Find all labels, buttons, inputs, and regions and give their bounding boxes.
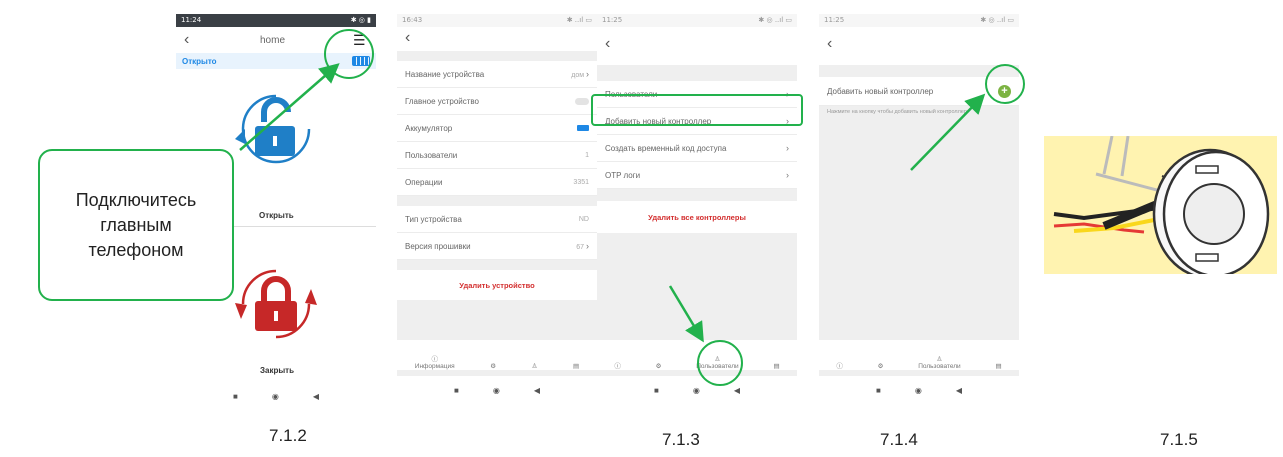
gear-icon: ⚙ [490,363,497,370]
back-icon[interactable]: ‹ [827,35,832,53]
tab-users[interactable]: ♙ Пользователи [918,355,960,370]
system-navbar: ■ ◉ ◀ [819,376,1019,404]
callout-line-2: главным [100,214,172,235]
header: ‹ [397,27,597,51]
caption-7-1-5: 7.1.5 [1160,430,1198,449]
lock-button-icon[interactable] [231,259,321,349]
clipboard-icon: ▤ [995,363,1002,370]
highlight-circle-users-tab [697,340,743,386]
settings-row-main-device[interactable]: Главное устройство [397,88,597,115]
close-button[interactable]: Закрыть [260,366,294,375]
tab-info[interactable]: ⓘ [836,360,843,370]
info-icon: ⓘ [836,363,843,370]
settings-row-firmware[interactable]: Версия прошивки 67 › [397,233,597,260]
nav-back-icon[interactable]: ◀ [956,386,962,395]
settings-row-name[interactable]: Название устройства дом › [397,61,597,88]
tab-settings[interactable]: ⚙ [656,362,662,370]
system-navbar: ■ ◉ ◀ [597,376,797,404]
settings-row-users: Пользователи 1 [397,142,597,169]
nav-recent-icon[interactable]: ■ [876,386,881,395]
controller-photo [1044,136,1277,274]
highlight-box-add-controller [591,94,803,126]
status-bar: 11:25 ✱ ◎ ..ıl ▭ [597,14,797,27]
tab-logs[interactable]: ▤ [773,362,779,370]
header: ‹ [597,27,797,65]
info-icon: ⓘ [431,356,438,363]
lock-status: Открыто [182,56,217,66]
status-time: 11:24 [181,16,202,24]
status-bar: 11:25 ✱ ◎ ..ıl ▭ [819,14,1019,27]
phone-device-settings: 16:43 ✱ ..ıl ▭ ‹ Название устройства дом ›… [397,14,597,404]
back-icon[interactable]: ‹ [184,31,189,49]
highlight-circle-menu [324,29,374,79]
callout-line-1: Подключитесь [75,189,197,210]
phone-controllers-menu: 11:25 ✱ ◎ ..ıl ▭ ‹ Пользователи › Добавить… [597,14,797,404]
back-icon[interactable]: ‹ [405,29,410,47]
menu-row-otp-logs[interactable]: OTP логи › [597,162,797,189]
nav-back-icon[interactable]: ◀ [734,386,740,395]
status-time: 11:25 [824,16,845,24]
clipboard-icon: ▤ [573,363,580,370]
battery-icon [577,125,589,131]
nav-back-icon[interactable]: ◀ [313,392,319,401]
add-controller-hint: Нажмите на кнопку чтобы добавить новый к… [827,109,967,115]
status-bar: 16:43 ✱ ..ıl ▭ [397,14,597,27]
nav-recent-icon[interactable]: ■ [454,386,459,395]
tab-bar: ⓘ Информация ⚙ ♙ ▤ [397,340,597,370]
nav-home-icon[interactable]: ◉ [693,386,700,395]
settings-row-operations: Операции 3351 [397,169,597,196]
nav-back-icon[interactable]: ◀ [534,386,540,395]
header: ‹ [819,27,1019,65]
menu-row-temp-code[interactable]: Создать временный код доступа › [597,135,797,162]
clipboard-icon: ▤ [773,363,780,370]
nav-home-icon[interactable]: ◉ [272,392,279,401]
callout-line-3: телефоном [88,239,184,260]
system-navbar: ■ ◉ ◀ [397,376,597,404]
highlight-circle-add-button [985,64,1025,104]
main-device-toggle[interactable] [575,97,589,105]
delete-device-button[interactable]: Удалить устройство [397,270,597,300]
caption-7-1-4: 7.1.4 [880,430,918,449]
caption-7-1-3: 7.1.3 [662,430,700,449]
settings-row-battery: Аккумулятор [397,115,597,142]
unlock-button-icon[interactable] [231,84,321,174]
tab-info[interactable]: ⓘ [614,360,621,370]
nav-recent-icon[interactable]: ■ [233,392,238,401]
caption-7-1-2: 7.1.2 [269,426,307,445]
gear-icon: ⚙ [877,363,884,370]
settings-row-device-type: Тип устройства ND [397,206,597,233]
tab-bar: ⓘ ⚙ ♙ Пользователи ▤ [819,340,1019,370]
user-icon: ♙ [936,356,943,363]
nav-home-icon[interactable]: ◉ [493,386,500,395]
gear-icon: ⚙ [655,363,662,370]
nav-home-icon[interactable]: ◉ [915,386,922,395]
tab-logs[interactable]: ▤ [995,362,1001,370]
open-button[interactable]: Открыть [259,211,294,220]
tab-settings[interactable]: ⚙ [490,362,496,370]
tab-logs[interactable]: ▤ [573,362,579,370]
system-navbar: ■ ◉ ◀ [176,382,376,404]
nav-recent-icon[interactable]: ■ [654,386,659,395]
status-bar: 11:24 ✱ ◎ ▮ [176,14,376,27]
user-icon: ♙ [531,363,538,370]
delete-all-controllers-button[interactable]: Удалить все контроллеры [597,201,797,233]
callout-box: Подключитесь главным телефоном [38,149,234,301]
page-title: home [260,35,286,46]
status-time: 16:43 [402,16,423,24]
info-icon: ⓘ [614,363,621,370]
back-icon[interactable]: ‹ [605,35,610,53]
tab-users[interactable]: ♙ [532,362,538,370]
status-time: 11:25 [602,16,623,24]
tab-info[interactable]: ⓘ Информация [415,353,455,370]
tab-settings[interactable]: ⚙ [878,362,884,370]
